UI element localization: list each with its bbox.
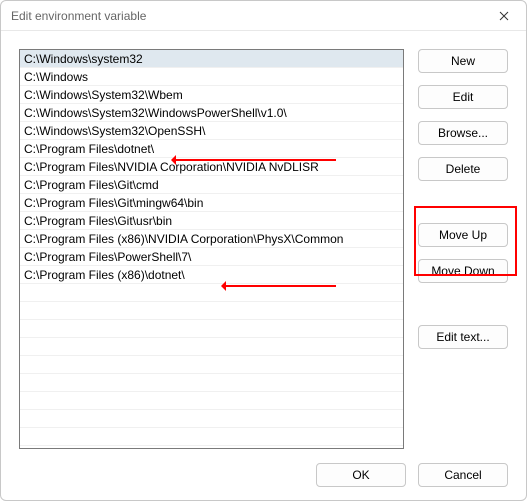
- close-icon: [499, 11, 509, 21]
- list-item-empty[interactable]: [20, 374, 403, 392]
- list-item[interactable]: C:\Program Files (x86)\dotnet\: [20, 266, 403, 284]
- list-item[interactable]: C:\Program Files\Git\mingw64\bin: [20, 194, 403, 212]
- list-item-empty[interactable]: [20, 428, 403, 446]
- list-item[interactable]: C:\Windows\system32: [20, 50, 403, 68]
- list-item[interactable]: C:\Program Files\Git\usr\bin: [20, 212, 403, 230]
- list-item-empty[interactable]: [20, 392, 403, 410]
- list-item[interactable]: C:\Windows: [20, 68, 403, 86]
- ok-button[interactable]: OK: [316, 463, 406, 487]
- edit-text-button[interactable]: Edit text...: [418, 325, 508, 349]
- delete-button[interactable]: Delete: [418, 157, 508, 181]
- list-item-empty[interactable]: [20, 338, 403, 356]
- list-item-empty[interactable]: [20, 302, 403, 320]
- list-item[interactable]: C:\Program Files\dotnet\: [20, 140, 403, 158]
- move-down-button[interactable]: Move Down: [418, 259, 508, 283]
- list-item-empty[interactable]: [20, 356, 403, 374]
- footer: OK Cancel: [1, 449, 526, 500]
- cancel-button[interactable]: Cancel: [418, 463, 508, 487]
- path-list[interactable]: C:\Windows\system32C:\WindowsC:\Windows\…: [19, 49, 404, 449]
- dialog-window: Edit environment variable C:\Windows\sys…: [0, 0, 527, 501]
- list-item-empty[interactable]: [20, 410, 403, 428]
- list-item[interactable]: C:\Windows\System32\WindowsPowerShell\v1…: [20, 104, 403, 122]
- list-item-empty[interactable]: [20, 320, 403, 338]
- move-up-button[interactable]: Move Up: [418, 223, 508, 247]
- content-area: C:\Windows\system32C:\WindowsC:\Windows\…: [1, 31, 526, 449]
- list-item[interactable]: C:\Program Files\PowerShell\7\: [20, 248, 403, 266]
- list-item[interactable]: C:\Windows\System32\Wbem: [20, 86, 403, 104]
- list-item[interactable]: C:\Program Files\Git\cmd: [20, 176, 403, 194]
- list-item[interactable]: C:\Program Files\NVIDIA Corporation\NVID…: [20, 158, 403, 176]
- close-button[interactable]: [482, 1, 526, 31]
- titlebar: Edit environment variable: [1, 1, 526, 31]
- side-buttons: New Edit Browse... Delete Move Up Move D…: [418, 49, 508, 449]
- list-item[interactable]: C:\Program Files (x86)\NVIDIA Corporatio…: [20, 230, 403, 248]
- list-item-empty[interactable]: [20, 284, 403, 302]
- browse-button[interactable]: Browse...: [418, 121, 508, 145]
- new-button[interactable]: New: [418, 49, 508, 73]
- title-text: Edit environment variable: [11, 9, 146, 23]
- edit-button[interactable]: Edit: [418, 85, 508, 109]
- list-item[interactable]: C:\Windows\System32\OpenSSH\: [20, 122, 403, 140]
